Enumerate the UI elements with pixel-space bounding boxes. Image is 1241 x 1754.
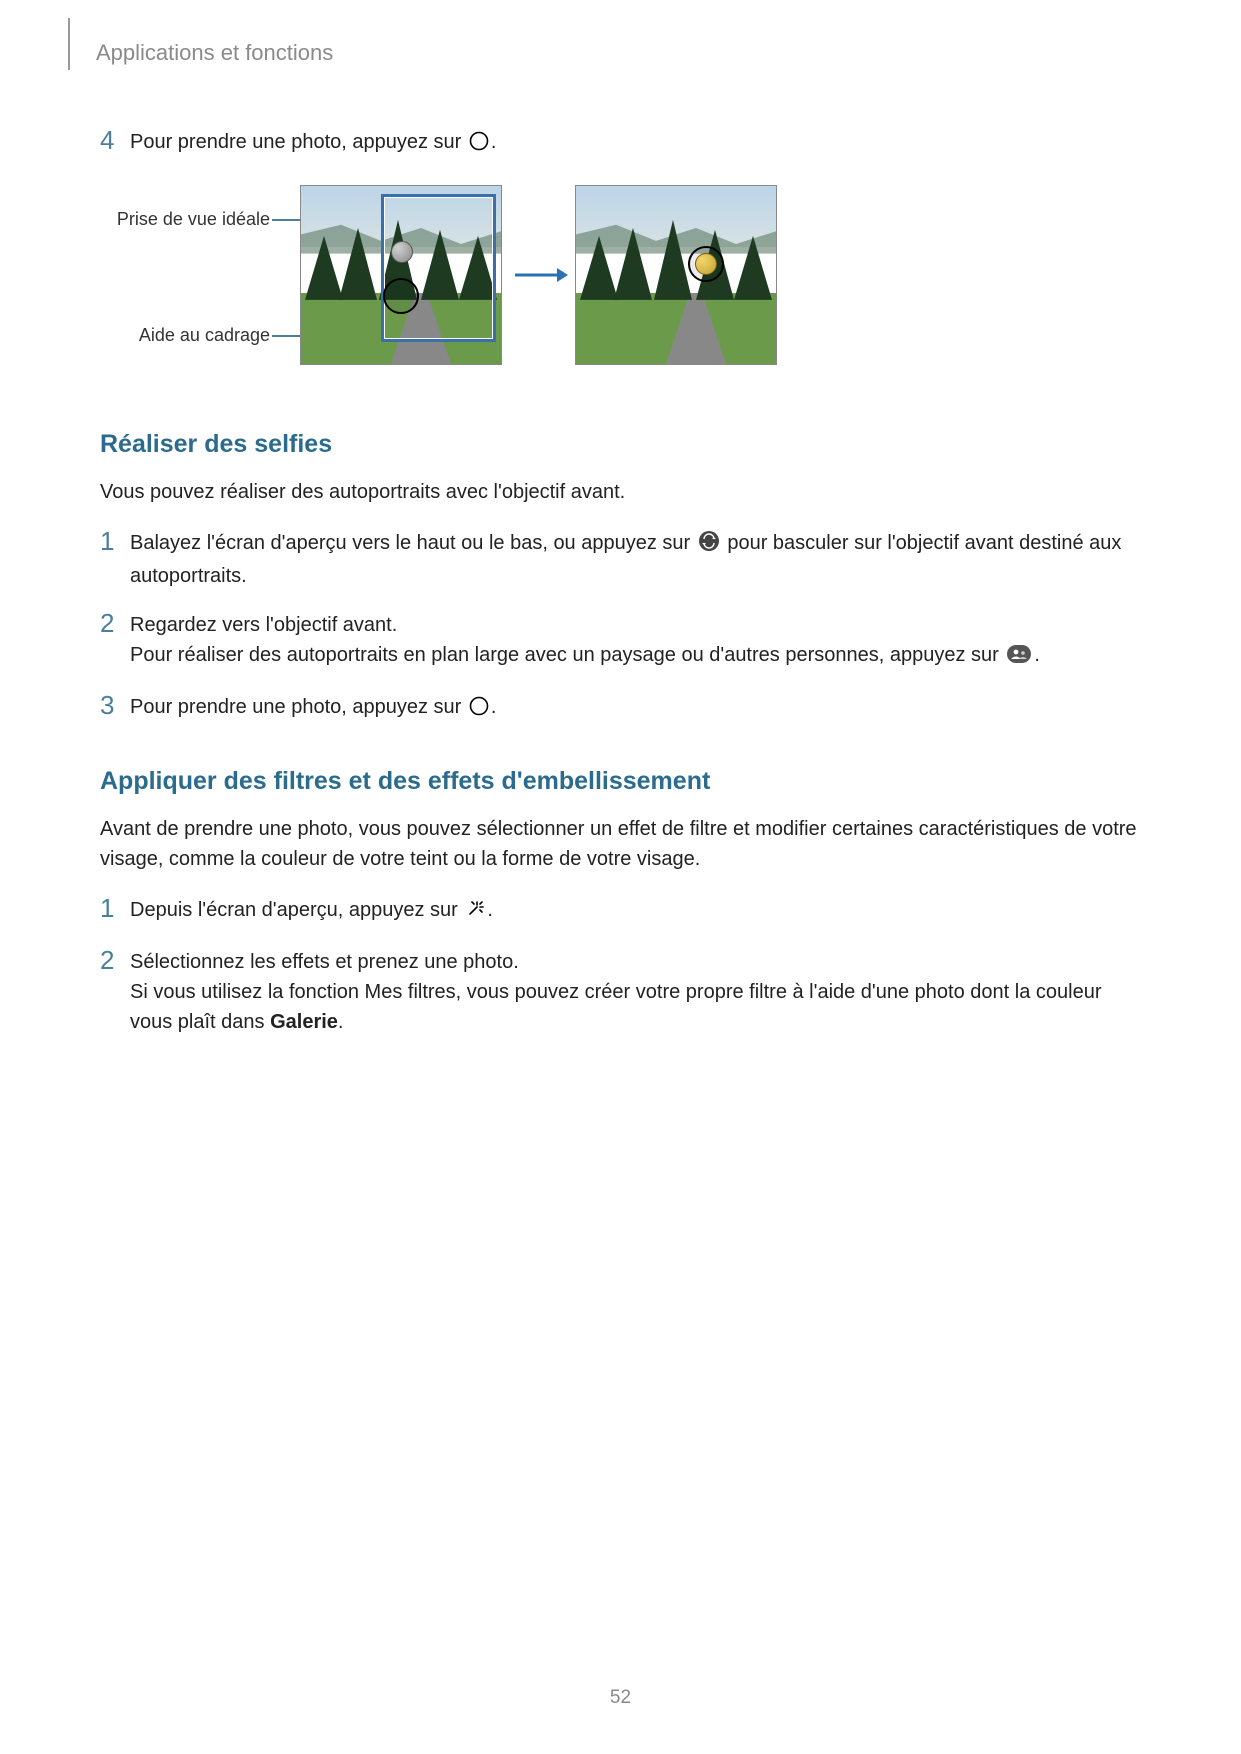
shutter-circle-icon (469, 695, 489, 725)
arrow-right-icon (513, 265, 568, 290)
text: Depuis l'écran d'aperçu, appuyez sur (130, 899, 463, 921)
text: . (491, 696, 497, 718)
page-header: Applications et fonctions (96, 40, 1141, 66)
screenshot-after (575, 185, 777, 365)
filters-step-2: 2 Sélectionnez les effets et prenez une … (100, 946, 1141, 1037)
text: Sélectionnez les effets et prenez une ph… (130, 951, 519, 973)
selfies-step-2: 2 Regardez vers l'objectif avant. Pour r… (100, 609, 1141, 673)
step-text: Depuis l'écran d'aperçu, appuyez sur . (130, 894, 493, 928)
step-number: 2 (100, 946, 130, 975)
selfies-step-3: 3 Pour prendre une photo, appuyez sur . (100, 691, 1141, 725)
step-text: Regardez vers l'objectif avant. Pour réa… (130, 609, 1040, 673)
selfies-intro: Vous pouvez réaliser des autoportraits a… (100, 477, 1141, 507)
step-text: Balayez l'écran d'aperçu vers le haut ou… (130, 527, 1141, 591)
wide-selfie-icon (1006, 643, 1032, 673)
text: . (338, 1011, 344, 1033)
heading-filters: Appliquer des filtres et des effets d'em… (100, 767, 1141, 796)
callout-framing-guide: Aide au cadrage (70, 325, 270, 346)
shutter-circle-icon (469, 130, 489, 160)
text: Pour réaliser des autoportraits en plan … (130, 644, 1004, 666)
text: Pour prendre une photo, appuyez sur (130, 131, 467, 153)
step-text: Pour prendre une photo, appuyez sur . (130, 691, 496, 725)
screenshot-before (300, 185, 502, 365)
text: Regardez vers l'objectif avant. (130, 614, 397, 636)
step-number: 2 (100, 609, 130, 638)
text: . (1034, 644, 1040, 666)
step-text: Sélectionnez les effets et prenez une ph… (130, 946, 1141, 1037)
text: Balayez l'écran d'aperçu vers le haut ou… (130, 532, 696, 554)
step-4: 4 Pour prendre une photo, appuyez sur . (100, 126, 1141, 160)
text: Pour prendre une photo, appuyez sur (130, 696, 467, 718)
text: . (487, 899, 493, 921)
step-text: Pour prendre une photo, appuyez sur . (130, 126, 496, 160)
camera-guide-figure: Prise de vue idéale Aide au cadrage (100, 185, 1141, 385)
magic-wand-icon (465, 898, 485, 928)
page-content: Applications et fonctions 4 Pour prendre… (0, 0, 1241, 1095)
step-number: 1 (100, 894, 130, 923)
step-number: 4 (100, 126, 130, 155)
step-number: 3 (100, 691, 130, 720)
step-number: 1 (100, 527, 130, 556)
gallery-app-name: Galerie (270, 1011, 338, 1033)
filters-step-1: 1 Depuis l'écran d'aperçu, appuyez sur . (100, 894, 1141, 928)
aligned-marker (695, 253, 717, 275)
ideal-frame-overlay (381, 194, 496, 342)
page-number: 52 (0, 1687, 1241, 1709)
callout-ideal-shot: Prise de vue idéale (70, 209, 270, 230)
guide-circle (383, 278, 419, 314)
selfies-step-1: 1 Balayez l'écran d'aperçu vers le haut … (100, 527, 1141, 591)
heading-selfies: Réaliser des selfies (100, 430, 1141, 459)
target-marker (391, 241, 413, 263)
filters-intro: Avant de prendre une photo, vous pouvez … (100, 814, 1141, 874)
switch-camera-icon (698, 530, 720, 561)
text: . (491, 131, 497, 153)
